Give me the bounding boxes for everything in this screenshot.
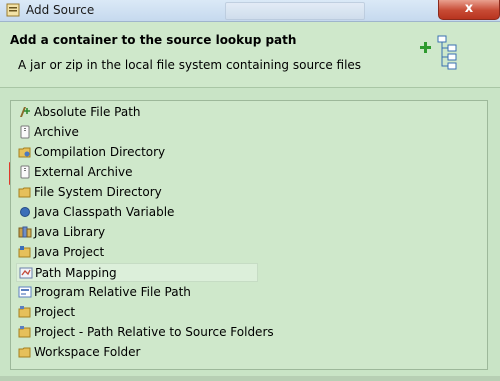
- window-title: Add Source: [26, 3, 95, 17]
- dialog-heading: Add a container to the source lookup pat…: [10, 33, 297, 47]
- list-item-java-project[interactable]: Java Project: [16, 243, 256, 262]
- dialog-bottom-edge: [0, 376, 500, 381]
- list-item-external-archive[interactable]: External Archive: [16, 163, 256, 182]
- list-item-java-classpath-variable[interactable]: Java Classpath Variable: [16, 203, 256, 222]
- list-item-java-library[interactable]: Java Library: [16, 223, 256, 242]
- list-item-absolute-file-path[interactable]: Absolute File Path: [16, 103, 256, 122]
- title-bar: Add Source x: [0, 0, 500, 22]
- relative-path-icon: [18, 286, 32, 298]
- list-item-project-path-relative[interactable]: Project - Path Relative to Source Folder…: [16, 323, 276, 342]
- java-project-icon: [18, 246, 31, 258]
- list-item-file-system-directory[interactable]: File System Directory: [16, 183, 256, 202]
- folder-icon: [18, 347, 31, 358]
- list-item-archive[interactable]: Archive: [16, 123, 256, 142]
- absolute-path-icon: [20, 107, 30, 117]
- background-window-tab: [225, 2, 365, 20]
- archive-icon: [20, 165, 30, 179]
- eclipse-icon: [6, 3, 20, 17]
- list-item-project[interactable]: Project: [16, 303, 256, 322]
- folder-icon: [18, 147, 31, 158]
- folder-icon: [18, 187, 31, 198]
- project-folder-icon: [18, 306, 31, 318]
- source-type-list[interactable]: Absolute File Path Archive Compilation D…: [10, 100, 488, 370]
- close-button[interactable]: x: [438, 0, 500, 20]
- add-source-wizard-icon: [420, 35, 457, 70]
- list-item-workspace-folder[interactable]: Workspace Folder: [16, 343, 256, 362]
- dialog-header: Add a container to the source lookup pat…: [0, 22, 500, 88]
- list-item-program-relative-file-path[interactable]: Program Relative File Path: [16, 283, 256, 302]
- variable-icon: [20, 207, 30, 217]
- dialog-description: A jar or zip in the local file system co…: [18, 58, 362, 72]
- list-item-path-mapping[interactable]: Path Mapping: [16, 263, 258, 282]
- project-folder-icon: [18, 326, 31, 338]
- library-icon: [18, 226, 32, 238]
- archive-icon: [20, 125, 30, 139]
- path-mapping-icon: [19, 267, 33, 279]
- list-item-compilation-directory[interactable]: Compilation Directory: [16, 143, 256, 162]
